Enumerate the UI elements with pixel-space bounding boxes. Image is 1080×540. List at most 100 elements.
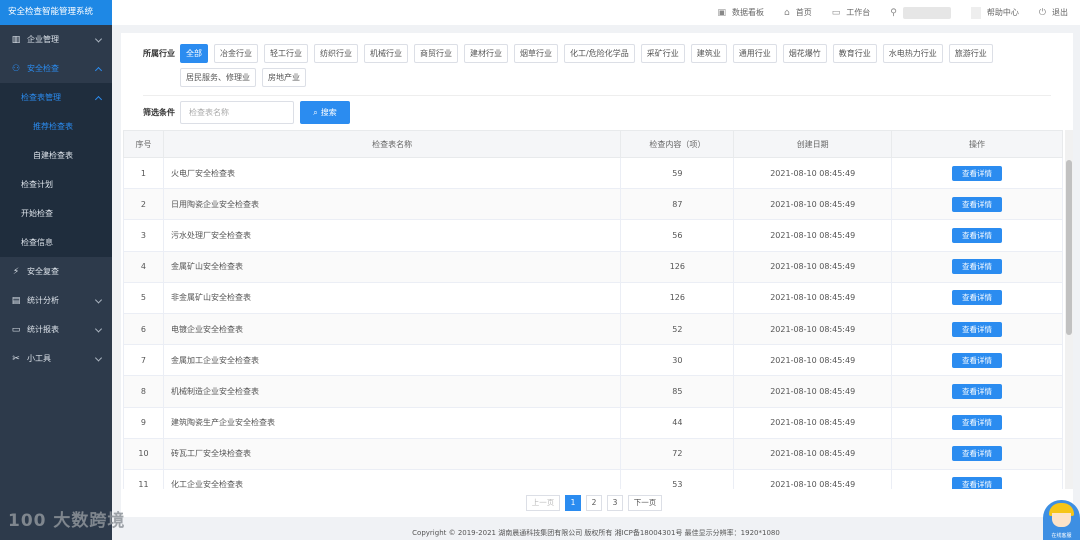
next-page-button[interactable]: 下一页 [628,495,662,511]
table-row: 6 电镀企业安全检查表 52 2021-08-10 08:45:49 查看详情 [123,312,1063,346]
industry-tag[interactable]: 纺织行业 [314,44,358,63]
table-row: 3 污水处理厂安全检查表 56 2021-08-10 08:45:49 查看详情 [123,219,1063,252]
customer-service-mascot[interactable]: 在线客服 [1043,500,1080,540]
industry-tag[interactable]: 化工/危险化学品 [564,44,635,63]
industry-tag[interactable]: 烟花爆竹 [782,44,827,63]
table-header-row: 序号 检查表名称 检查内容（项） 创建日期 操作 [123,130,1063,158]
sidebar-item-label: 检查计划 [21,180,53,189]
row-date: 2021-08-10 08:45:49 [733,344,893,377]
home-icon: ⌂ [784,7,790,18]
app-title: 安全检查智能管理系统 [0,0,112,25]
row-action: 查看详情 [891,344,1063,377]
tools-icon: ✂ [12,353,20,364]
view-detail-button[interactable]: 查看详情 [952,477,1003,489]
header-help-link[interactable]: 帮助中心 [970,6,1019,19]
row-date: 2021-08-10 08:45:49 [733,375,893,408]
row-date: 2021-08-10 08:45:49 [733,188,893,221]
industry-tag[interactable]: 通用行业 [732,44,777,63]
page-3-button[interactable]: 3 [607,495,623,511]
avatar [970,6,981,19]
view-detail-button[interactable]: 查看详情 [952,446,1003,462]
industry-tag[interactable]: 水电热力行业 [882,44,943,63]
industry-tag[interactable]: 烟草行业 [514,44,558,63]
header-dashboard-link[interactable]: ▣ 数据看板 [718,7,765,18]
folder-icon: ▭ [11,324,21,335]
header-link-label: 帮助中心 [986,8,1019,17]
sidebar-item-enterprise[interactable]: ▥ 企业管理 [0,25,112,54]
col-header-action: 操作 [891,130,1063,158]
sidebar-item-recommended-checklist[interactable]: 推荐检查表 [0,112,112,141]
sidebar-item-checklist-manage[interactable]: 检查表管理 [0,83,112,112]
page-1-button[interactable]: 1 [565,495,581,511]
sidebar-item-check-plan[interactable]: 检查计划 [0,170,112,199]
industry-tag[interactable]: 建筑业 [690,44,727,63]
sidebar-item-label: 统计报表 [27,325,59,334]
row-name: 金属加工企业安全检查表 [162,344,622,377]
industry-tag[interactable]: 冶金行业 [214,44,258,63]
view-detail-button[interactable]: 查看详情 [952,196,1003,212]
row-action: 查看详情 [891,219,1063,252]
sidebar-item-label: 推荐检查表 [33,122,73,131]
row-name: 日用陶瓷企业安全检查表 [162,188,622,221]
industry-tag[interactable]: 建材行业 [464,44,508,63]
row-no: 8 [123,375,164,408]
industry-tag[interactable]: 采矿行业 [640,44,685,63]
industry-tag[interactable]: 机械行业 [364,44,408,63]
header-home-link[interactable]: ⌂ 首页 [784,7,812,18]
table-row: 11 化工企业安全检查表 53 2021-08-10 08:45:49 查看详情 [123,468,1063,489]
row-action: 查看详情 [891,406,1063,439]
industry-tag[interactable]: 房地产业 [262,68,306,87]
row-name: 污水处理厂安全检查表 [162,219,622,252]
sidebar-item-label: 检查表管理 [21,93,61,102]
search-icon: ⌕ [313,107,318,117]
view-detail-button[interactable]: 查看详情 [952,321,1003,337]
sidebar-item-custom-checklist[interactable]: 自建检查表 [0,141,112,170]
scrollbar-thumb[interactable] [1066,160,1072,335]
sidebar-item-label: 开始检查 [21,209,53,218]
col-header-count: 检查内容（项） [620,130,735,158]
prev-page-button[interactable]: 上一页 [526,495,560,511]
sidebar-item-reports[interactable]: ▭ 统计报表 [0,315,112,344]
view-detail-button[interactable]: 查看详情 [952,290,1003,306]
header-logout-link[interactable]: ⏻ 退出 [1039,7,1068,18]
row-date: 2021-08-10 08:45:49 [733,156,893,190]
view-detail-button[interactable]: 查看详情 [952,227,1003,243]
industry-tag[interactable]: 轻工行业 [264,44,308,63]
view-detail-button[interactable]: 查看详情 [952,259,1003,275]
industry-tag[interactable]: 商贸行业 [414,44,458,63]
search-button-label: 搜索 [320,108,337,117]
main-panel: 所属行业 全部 冶金行业 轻工行业 纺织行业 机械行业 商贸行业 建材行业 烟草行业 化工/危险… [121,33,1073,517]
sidebar-item-statistics[interactable]: ▤ 统计分析 [0,286,112,315]
building-icon: ▥ [11,34,21,45]
row-action: 查看详情 [891,281,1063,314]
header-user[interactable]: ⚲ [890,6,951,19]
header-workbench-link[interactable]: ▭ 工作台 [832,7,871,18]
row-no: 2 [123,188,164,221]
user-name-redacted [902,6,951,19]
sidebar-item-safety-check[interactable]: ⚇ 安全检查 [0,54,112,83]
view-detail-button[interactable]: 查看详情 [952,415,1003,431]
row-count: 53 [620,468,735,489]
chevron-down-icon [94,324,103,333]
industry-tag[interactable]: 居民服务、修理业 [180,68,256,87]
page-2-button[interactable]: 2 [586,495,602,511]
industry-tag[interactable]: 全部 [180,44,208,63]
checklist-name-input[interactable] [180,101,294,124]
industry-tag[interactable]: 旅游行业 [948,44,993,63]
row-name: 非金属矿山安全检查表 [162,281,622,314]
sidebar-item-label: 小工具 [27,354,51,363]
power-icon: ⏻ [1038,7,1046,18]
industry-tag[interactable]: 教育行业 [832,44,877,63]
sidebar-item-start-check[interactable]: 开始检查 [0,199,112,228]
table-row: 1 火电厂安全检查表 59 2021-08-10 08:45:49 查看详情 [123,156,1063,190]
view-detail-button[interactable]: 查看详情 [952,383,1003,399]
view-detail-button[interactable]: 查看详情 [952,165,1003,181]
row-no: 1 [123,156,164,190]
view-detail-button[interactable]: 查看详情 [952,352,1003,368]
sidebar-item-tools[interactable]: ✂ 小工具 [0,344,112,373]
search-button[interactable]: ⌕ 搜索 [300,101,350,124]
row-date: 2021-08-10 08:45:49 [733,312,893,346]
sidebar-item-safety-review[interactable]: ⚡ 安全复查 [0,257,112,286]
table-scrollbar[interactable] [1065,130,1073,489]
sidebar-item-check-info[interactable]: 检查信息 [0,228,112,257]
